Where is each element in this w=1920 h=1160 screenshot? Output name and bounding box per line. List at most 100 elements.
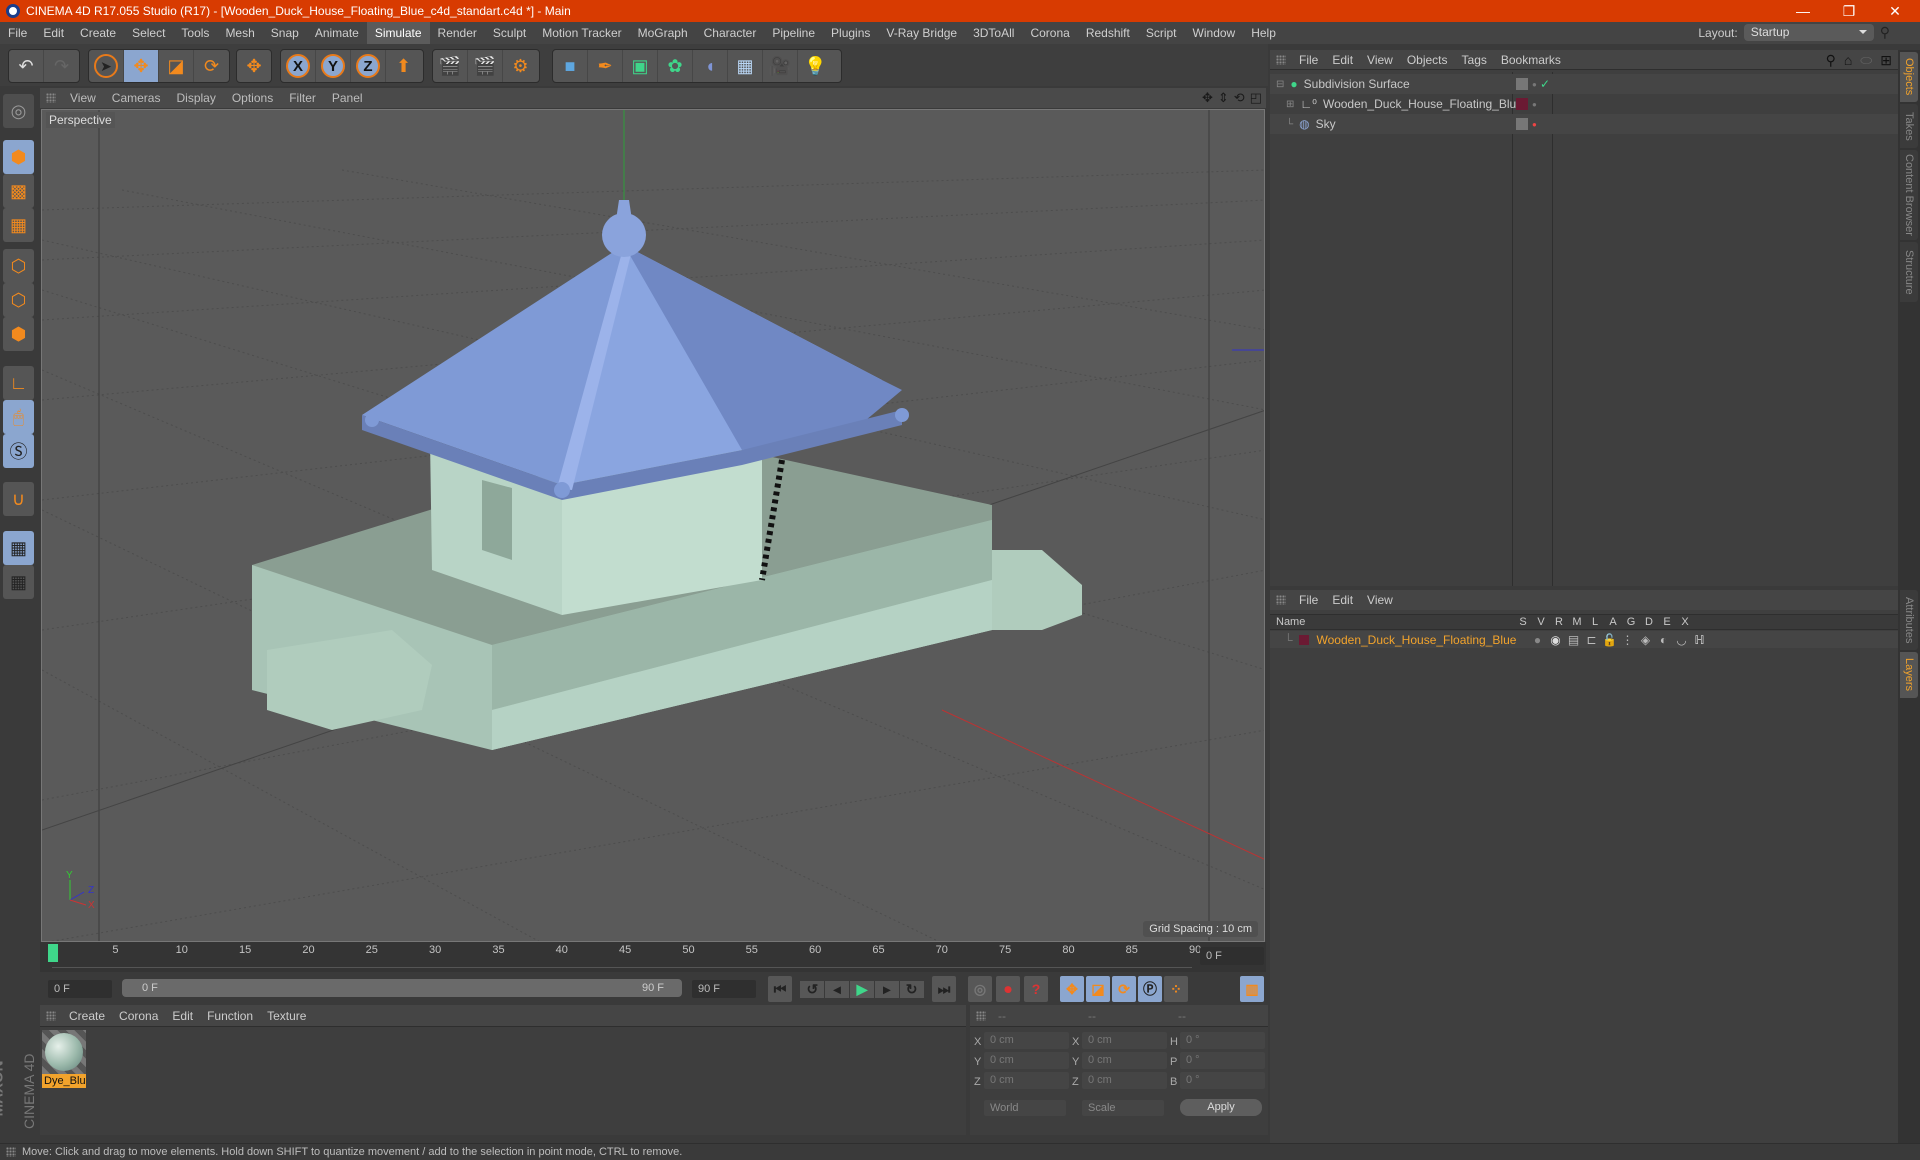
om-menu-objects[interactable]: Objects (1400, 53, 1455, 67)
pen-spline-icon[interactable]: ✒ (588, 50, 623, 82)
transform-type-select[interactable]: Scale (1082, 1100, 1164, 1116)
dolly-view-icon[interactable]: ⇕ (1218, 90, 1229, 106)
cube-icon[interactable]: ■ (553, 50, 588, 82)
menu-create[interactable]: Create (72, 22, 124, 44)
frame-range-slider[interactable]: 0 F 90 F (122, 979, 682, 997)
points-mode-icon[interactable]: ⬡ (3, 249, 34, 283)
view-toggle-icon[interactable]: ◉ (1547, 633, 1565, 647)
subdivision-surface-icon[interactable]: ▣ (623, 50, 658, 82)
keyframe-selection-icon[interactable]: ? (1024, 976, 1048, 1002)
snap-icon[interactable]: Ⓢ (3, 434, 34, 468)
object-row-sky[interactable]: └ ◍ Sky ● (1270, 114, 1898, 134)
menu-snap[interactable]: Snap (263, 22, 307, 44)
om-menu-bookmarks[interactable]: Bookmarks (1494, 53, 1568, 67)
timeline-ruler[interactable]: 051015202530354045505560657075808590 0 F (40, 942, 1266, 972)
menu-help[interactable]: Help (1243, 22, 1284, 44)
rotate-tool-icon[interactable]: ⟳ (194, 50, 229, 82)
menu-sculpt[interactable]: Sculpt (485, 22, 534, 44)
editor-visibility-icon[interactable] (1516, 78, 1528, 90)
panel-grip-icon[interactable] (976, 1011, 986, 1021)
mm-menu-edit[interactable]: Edit (165, 1009, 200, 1023)
column-generators[interactable]: G (1622, 616, 1640, 628)
position-z-field[interactable]: 0 cm (984, 1072, 1069, 1089)
column-manager[interactable]: M (1568, 616, 1586, 628)
visibility-dots-icon[interactable]: ● (1532, 100, 1537, 109)
x-axis-lock[interactable]: X (281, 50, 316, 82)
parameter-key-icon[interactable]: Ⓟ (1138, 976, 1162, 1002)
locked-workplane-icon[interactable]: ▦ (3, 531, 34, 565)
menu-character[interactable]: Character (696, 22, 765, 44)
viewport-menu-display[interactable]: Display (168, 91, 223, 105)
panel-grip-icon[interactable] (1276, 595, 1286, 605)
redo-icon[interactable]: ↷ (44, 50, 79, 82)
tab-structure[interactable]: Structure (1900, 242, 1918, 302)
tab-content-browser[interactable]: Content Browser (1900, 150, 1918, 240)
lm-menu-file[interactable]: File (1292, 593, 1325, 607)
close-button[interactable]: ✕ (1872, 0, 1918, 22)
menu-file[interactable]: File (0, 22, 35, 44)
3d-viewport[interactable]: Y Z X Perspective Grid Spacing : 10 cm (41, 109, 1265, 942)
xref-toggle-icon[interactable]: ℍ (1691, 633, 1709, 647)
scale-tool-icon[interactable]: ◪ (159, 50, 194, 82)
next-key-button[interactable]: ↻ (899, 980, 924, 998)
viewport-menu-cameras[interactable]: Cameras (104, 91, 169, 105)
panel-grip-icon[interactable] (1276, 54, 1286, 65)
menu-motion-tracker[interactable]: Motion Tracker (534, 22, 629, 44)
render-toggle-icon[interactable]: ▤ (1565, 633, 1583, 647)
menu-render[interactable]: Render (430, 22, 485, 44)
menu-plugins[interactable]: Plugins (823, 22, 878, 44)
rotate-view-icon[interactable]: ⟲ (1234, 90, 1245, 106)
menu-select[interactable]: Select (124, 22, 173, 44)
menu-script[interactable]: Script (1138, 22, 1185, 44)
material-name[interactable]: Dye_Blu (42, 1074, 86, 1088)
y-axis-lock[interactable]: Y (316, 50, 351, 82)
layer-color-swatch[interactable] (1516, 98, 1528, 110)
model-mode-icon[interactable]: ⬢ (3, 140, 34, 174)
column-solo[interactable]: S (1514, 616, 1532, 628)
go-to-start-button[interactable]: ⏮ (768, 976, 792, 1002)
previous-key-button[interactable]: ↺ (800, 980, 825, 998)
undo-icon[interactable]: ↶ (9, 50, 44, 82)
select-tool-icon[interactable]: ➤ (89, 50, 124, 82)
material-swatch[interactable]: Dye_Blu (42, 1030, 86, 1088)
size-y-field[interactable]: 0 cm (1082, 1052, 1167, 1069)
panel-grip-icon[interactable] (46, 93, 56, 103)
object-row-subdivision-surface[interactable]: ⊟ ● Subdivision Surface ● ✓ (1270, 74, 1898, 94)
light-icon[interactable]: 💡 (798, 50, 833, 82)
deformers-toggle-icon[interactable]: ◐ (1655, 633, 1673, 647)
animation-toggle-icon[interactable]: ⋮ (1619, 633, 1637, 647)
om-menu-view[interactable]: View (1360, 53, 1400, 67)
expressions-toggle-icon[interactable]: ◡ (1673, 633, 1691, 647)
make-editable-icon[interactable]: ◎ (3, 94, 34, 128)
current-frame-field[interactable]: 0 F (1200, 947, 1264, 965)
go-to-end-button[interactable]: ⏭ (932, 976, 956, 1002)
play-button[interactable]: ▶ (849, 980, 874, 998)
planar-workplane-icon[interactable]: ▦ (3, 565, 34, 599)
object-name[interactable]: Wooden_Duck_House_Floating_Blue (1323, 97, 1523, 111)
menu-3dtoall[interactable]: 3DToAll (965, 22, 1022, 44)
viewport-menu-filter[interactable]: Filter (281, 91, 324, 105)
menu-mesh[interactable]: Mesh (217, 22, 262, 44)
coordinate-mode-select[interactable]: World (984, 1100, 1066, 1116)
menu-pipeline[interactable]: Pipeline (764, 22, 823, 44)
record-keys-icon[interactable]: ◎ (968, 976, 992, 1002)
mm-menu-function[interactable]: Function (200, 1009, 260, 1023)
enabled-check-icon[interactable]: ✓ (1540, 77, 1550, 91)
rotation-b-field[interactable]: 0 ° (1180, 1072, 1265, 1089)
generators-toggle-icon[interactable]: ◈ (1637, 633, 1655, 647)
visibility-dots-icon[interactable]: ● (1532, 80, 1537, 89)
tab-layers[interactable]: Layers (1900, 652, 1918, 698)
texture-mode-icon[interactable]: ▩ (3, 174, 34, 208)
search-icon[interactable]: ⚲ (1880, 24, 1890, 41)
end-frame-field[interactable]: 90 F (692, 980, 756, 998)
object-name[interactable]: Subdivision Surface (1304, 77, 1410, 91)
floor-icon[interactable]: ▦ (728, 50, 763, 82)
menu-edit[interactable]: Edit (35, 22, 72, 44)
size-z-field[interactable]: 0 cm (1082, 1072, 1167, 1089)
editor-visibility-icon[interactable] (1516, 118, 1528, 130)
tab-attributes[interactable]: Attributes (1900, 590, 1918, 650)
layer-row[interactable]: └ Wooden_Duck_House_Floating_Blue ● ◉ ▤ … (1270, 631, 1898, 648)
rotation-p-field[interactable]: 0 ° (1180, 1052, 1265, 1069)
menu-simulate[interactable]: Simulate (366, 22, 430, 44)
lm-menu-view[interactable]: View (1360, 593, 1400, 607)
